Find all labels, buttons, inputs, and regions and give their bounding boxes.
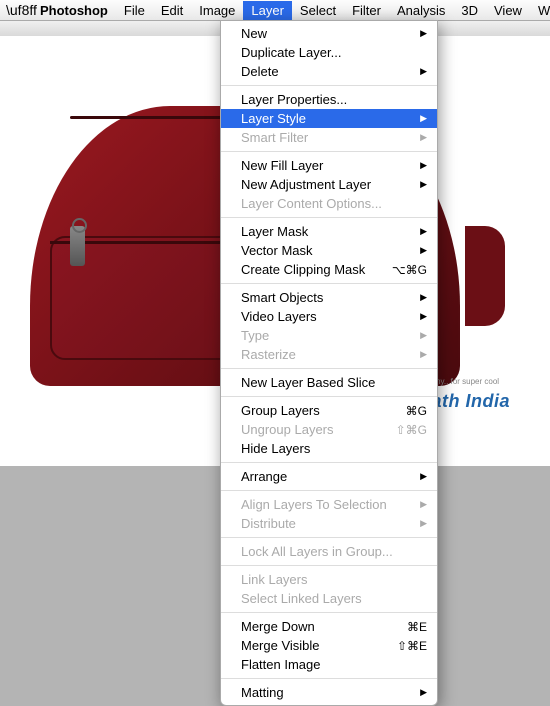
menu-item-new-fill-layer[interactable]: New Fill Layer▶ xyxy=(221,156,437,175)
menu-item-arrange[interactable]: Arrange▶ xyxy=(221,467,437,486)
menu-item-hide-layers[interactable]: Hide Layers xyxy=(221,439,437,458)
menu-item-flatten-image[interactable]: Flatten Image xyxy=(221,655,437,674)
menu-separator xyxy=(221,490,437,491)
menu-separator xyxy=(221,612,437,613)
menu-item-distribute: Distribute▶ xyxy=(221,514,437,533)
submenu-arrow-icon: ▶ xyxy=(410,330,427,341)
menu-item-matting[interactable]: Matting▶ xyxy=(221,683,437,702)
menu-item-layer-content-options: Layer Content Options... xyxy=(221,194,437,213)
submenu-arrow-icon: ▶ xyxy=(410,245,427,256)
menu-analysis[interactable]: Analysis xyxy=(389,1,453,20)
menu-filter[interactable]: Filter xyxy=(344,1,389,20)
menu-separator xyxy=(221,217,437,218)
menu-item-align-layers-to-selection: Align Layers To Selection▶ xyxy=(221,495,437,514)
menubar: \uf8ff PhotoshopFileEditImageLayerSelect… xyxy=(0,0,550,21)
menu-item-merge-visible[interactable]: Merge Visible⇧⌘E xyxy=(221,636,437,655)
menu-item-merge-down[interactable]: Merge Down⌘E xyxy=(221,617,437,636)
submenu-arrow-icon: ▶ xyxy=(410,311,427,322)
submenu-arrow-icon: ▶ xyxy=(410,349,427,360)
menu-item-layer-style[interactable]: Layer Style▶ xyxy=(221,109,437,128)
menu-item-new[interactable]: New▶ xyxy=(221,24,437,43)
menu-separator xyxy=(221,151,437,152)
menu-item-type: Type▶ xyxy=(221,326,437,345)
apple-menu-icon[interactable]: \uf8ff xyxy=(0,2,32,18)
menu-item-rasterize: Rasterize▶ xyxy=(221,345,437,364)
menu-item-link-layers: Link Layers xyxy=(221,570,437,589)
submenu-arrow-icon: ▶ xyxy=(410,471,427,482)
submenu-arrow-icon: ▶ xyxy=(410,132,427,143)
menu-item-select-linked-layers: Select Linked Layers xyxy=(221,589,437,608)
menu-item-layer-properties[interactable]: Layer Properties... xyxy=(221,90,437,109)
menu-item-video-layers[interactable]: Video Layers▶ xyxy=(221,307,437,326)
menu-separator xyxy=(221,396,437,397)
layer-menu-dropdown: New▶Duplicate Layer...Delete▶ Layer Prope… xyxy=(220,20,438,706)
submenu-arrow-icon: ▶ xyxy=(410,292,427,303)
menu-item-delete[interactable]: Delete▶ xyxy=(221,62,437,81)
menu-item-smart-objects[interactable]: Smart Objects▶ xyxy=(221,288,437,307)
submenu-arrow-icon: ▶ xyxy=(410,687,427,698)
menu-item-ungroup-layers: Ungroup Layers⇧⌘G xyxy=(221,420,437,439)
submenu-arrow-icon: ▶ xyxy=(410,160,427,171)
submenu-arrow-icon: ▶ xyxy=(410,179,427,190)
submenu-arrow-icon: ▶ xyxy=(410,113,427,124)
menu-file[interactable]: File xyxy=(116,1,153,20)
menu-item-duplicate-layer[interactable]: Duplicate Layer... xyxy=(221,43,437,62)
menu-item-smart-filter: Smart Filter▶ xyxy=(221,128,437,147)
menu-image[interactable]: Image xyxy=(191,1,243,20)
menu-item-new-adjustment-layer[interactable]: New Adjustment Layer▶ xyxy=(221,175,437,194)
submenu-arrow-icon: ▶ xyxy=(410,226,427,237)
menu-3d[interactable]: 3D xyxy=(453,1,486,20)
menu-item-group-layers[interactable]: Group Layers⌘G xyxy=(221,401,437,420)
submenu-arrow-icon: ▶ xyxy=(410,518,427,529)
menu-view[interactable]: View xyxy=(486,1,530,20)
menu-separator xyxy=(221,85,437,86)
menu-separator xyxy=(221,283,437,284)
menu-select[interactable]: Select xyxy=(292,1,344,20)
menu-separator xyxy=(221,537,437,538)
menu-item-lock-all-layers-in-group: Lock All Layers in Group... xyxy=(221,542,437,561)
menu-separator xyxy=(221,462,437,463)
menu-edit[interactable]: Edit xyxy=(153,1,191,20)
menu-item-layer-mask[interactable]: Layer Mask▶ xyxy=(221,222,437,241)
menu-item-vector-mask[interactable]: Vector Mask▶ xyxy=(221,241,437,260)
submenu-arrow-icon: ▶ xyxy=(410,28,427,39)
menu-separator xyxy=(221,565,437,566)
menu-window[interactable]: Window xyxy=(530,1,550,20)
submenu-arrow-icon: ▶ xyxy=(410,66,427,77)
menu-photoshop[interactable]: Photoshop xyxy=(32,1,116,20)
menu-separator xyxy=(221,368,437,369)
menu-separator xyxy=(221,678,437,679)
menu-item-create-clipping-mask[interactable]: Create Clipping Mask⌥⌘G xyxy=(221,260,437,279)
menu-item-new-layer-based-slice[interactable]: New Layer Based Slice xyxy=(221,373,437,392)
submenu-arrow-icon: ▶ xyxy=(410,499,427,510)
menu-layer[interactable]: Layer xyxy=(243,1,292,20)
